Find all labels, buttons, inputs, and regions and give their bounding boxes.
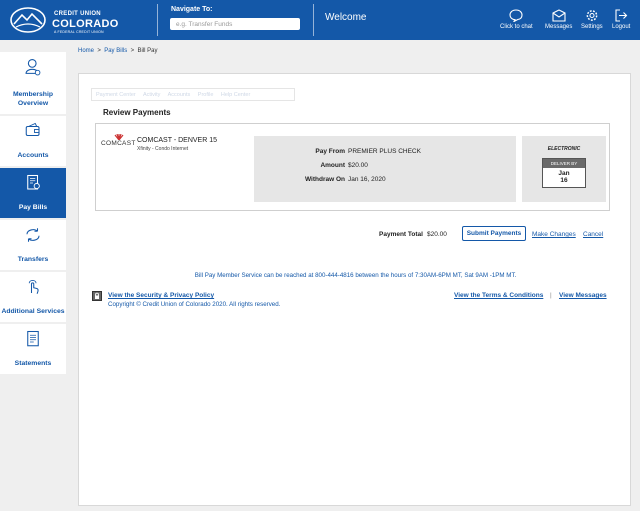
tab-payment-center[interactable]: Payment Center: [96, 92, 136, 98]
sidebar-item-label: Transfers: [17, 256, 49, 263]
payment-card: COMCAST COMCAST - DENVER 15 Xfinity - Co…: [95, 123, 610, 211]
breadcrumb-separator: >: [97, 48, 101, 54]
payment-total-label: Payment Total: [379, 231, 423, 238]
credit-union-logo[interactable]: CREDIT UNION COLORADO A FEDERAL CREDIT U…: [10, 5, 120, 35]
terms-conditions-link[interactable]: View the Terms & Conditions: [454, 292, 543, 299]
payee-name: COMCAST - DENVER 15: [137, 137, 217, 144]
breadcrumb-pay-bills[interactable]: Pay Bills: [104, 48, 127, 54]
wallet-icon: [25, 122, 40, 137]
transfer-icon: [26, 228, 40, 242]
statement-icon: [27, 330, 39, 347]
sidebar: Membership Overview Accounts Pay Bills T…: [0, 52, 66, 376]
cancel-link[interactable]: Cancel: [583, 231, 603, 238]
welcome-text: Welcome: [325, 12, 367, 23]
billpay-tabs: Payment Center Activity Accounts Profile…: [91, 88, 295, 101]
withdraw-value: Jan 16, 2020: [348, 176, 386, 183]
footer-separator: |: [550, 292, 552, 299]
sidebar-item-pay-bills[interactable]: Pay Bills: [0, 168, 66, 220]
logo-line1: CREDIT UNION: [54, 11, 101, 17]
sidebar-item-accounts[interactable]: Accounts: [0, 116, 66, 168]
breadcrumb: Home > Pay Bills > Bill Pay: [78, 48, 157, 54]
amount-value: $20.00: [348, 162, 368, 169]
navigate-search-input[interactable]: [170, 18, 300, 30]
messages-button[interactable]: Messages: [545, 9, 572, 30]
header-divider: [313, 4, 314, 36]
chat-icon: [509, 9, 523, 22]
lock-icon: [92, 291, 102, 301]
gear-icon: [586, 10, 598, 21]
deliver-by-day: 16: [560, 177, 568, 184]
sidebar-item-label: Statements: [14, 360, 52, 367]
logo-line2: COLORADO: [52, 18, 119, 30]
logout-icon: [615, 9, 628, 22]
payment-total-value: $20.00: [427, 231, 447, 238]
logout-label: Logout: [612, 24, 631, 30]
payment-details: Pay From PREMIER PLUS CHECK Amount $20.0…: [254, 136, 516, 202]
tab-profile[interactable]: Profile: [198, 92, 214, 98]
payee-nickname: Xfinity - Condo Internet: [137, 146, 189, 152]
navigate-label: Navigate To:: [171, 6, 213, 13]
chat-label: Click to chat: [500, 24, 533, 30]
sidebar-item-label: Pay Bills: [18, 204, 48, 211]
mountain-logo-icon: [10, 7, 46, 33]
breadcrumb-separator: >: [130, 48, 135, 54]
bill-icon: [27, 174, 40, 190]
copyright-text: Copyright © Credit Union of Colorado 202…: [108, 301, 281, 308]
payee-logo: COMCAST: [101, 140, 136, 147]
tab-activity[interactable]: Activity: [143, 92, 160, 98]
member-service-info: Bill Pay Member Service can be reached a…: [194, 272, 517, 279]
logo-tagline: A FEDERAL CREDIT UNION: [54, 30, 104, 34]
sidebar-item-label: Additional Services: [1, 308, 65, 315]
withdraw-label: Withdraw On: [304, 176, 345, 183]
logout-button[interactable]: Logout: [612, 9, 630, 30]
sidebar-item-statements[interactable]: Statements: [0, 324, 66, 376]
sidebar-item-label: Accounts: [17, 152, 49, 159]
page-title: Review Payments: [103, 108, 171, 117]
breadcrumb-current: Bill Pay: [137, 48, 158, 54]
settings-button[interactable]: Settings: [581, 9, 603, 30]
delivery-info: ELECTRONIC DELIVER BY Jan 16: [522, 136, 606, 202]
tab-accounts[interactable]: Accounts: [168, 92, 191, 98]
deliver-by-box: DELIVER BY Jan 16: [542, 158, 586, 188]
tab-help-center[interactable]: Help Center: [221, 92, 250, 98]
payment-method: ELECTRONIC: [547, 146, 581, 152]
deliver-by-month: Jan: [558, 170, 570, 177]
amount-label: Amount: [320, 162, 345, 169]
pay-from-value: PREMIER PLUS CHECK: [348, 148, 421, 155]
envelope-icon: [552, 9, 566, 22]
breadcrumb-home[interactable]: Home: [78, 48, 94, 54]
make-changes-link[interactable]: Make Changes: [532, 231, 576, 238]
top-bar: CREDIT UNION COLORADO A FEDERAL CREDIT U…: [0, 0, 640, 40]
sidebar-item-additional-services[interactable]: Additional Services: [0, 272, 66, 324]
sidebar-item-label: Membership Overview: [12, 91, 54, 107]
touch-icon: [28, 280, 39, 294]
messages-label: Messages: [545, 24, 573, 30]
sidebar-item-transfers[interactable]: Transfers: [0, 220, 66, 272]
security-privacy-link[interactable]: View the Security & Privacy Policy: [108, 292, 214, 299]
view-messages-link[interactable]: View Messages: [559, 292, 607, 299]
header-divider: [157, 4, 158, 36]
deliver-by-label: DELIVER BY: [543, 159, 585, 168]
settings-label: Settings: [581, 24, 603, 30]
user-icon: [25, 59, 41, 76]
chat-button[interactable]: Click to chat: [500, 9, 533, 30]
pay-from-label: Pay From: [315, 148, 345, 155]
submit-payments-button[interactable]: Submit Payments: [462, 226, 526, 241]
bill-pay-panel: Payment Center Activity Accounts Profile…: [78, 73, 631, 506]
sidebar-item-membership-overview[interactable]: Membership Overview: [0, 52, 66, 116]
